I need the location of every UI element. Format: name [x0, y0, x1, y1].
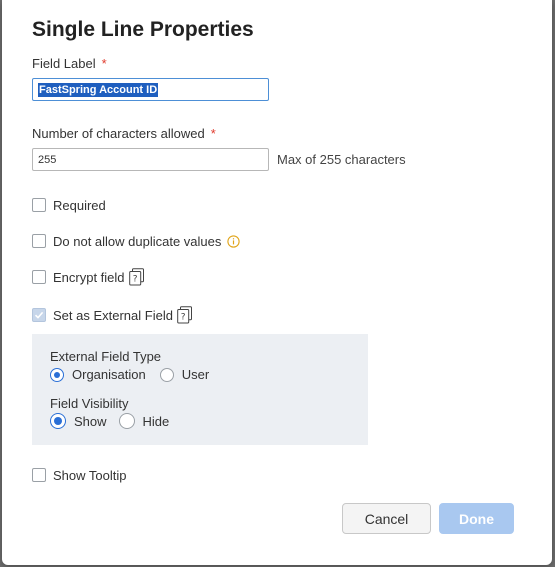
encrypt-label: Encrypt field — [53, 269, 125, 285]
char-limit-hint: Max of 255 characters — [277, 152, 406, 167]
field-label-value: FastSpring Account ID — [38, 83, 159, 97]
radio-label: Hide — [142, 413, 170, 429]
field-label-text: Field Label — [32, 56, 96, 71]
no-duplicates-option[interactable]: Do not allow duplicate values — [32, 232, 241, 250]
char-limit-input[interactable]: 255 — [32, 148, 269, 171]
single-line-properties-dialog: Single Line Properties Field Label * Fast… — [2, 0, 552, 565]
no-duplicates-checkbox[interactable] — [32, 234, 46, 248]
radio-hide[interactable]: Hide — [118, 413, 170, 429]
required-mark: * — [210, 126, 216, 141]
radio-label: Show — [74, 413, 107, 429]
encrypt-checkbox[interactable] — [32, 270, 46, 284]
external-field-panel: External Field Type Organisation User Fi… — [32, 334, 368, 445]
svg-text:?: ? — [132, 275, 137, 285]
char-limit-text: Number of characters allowed — [32, 126, 205, 141]
info-icon[interactable] — [227, 234, 241, 248]
radio-user[interactable]: User — [159, 367, 210, 382]
radio-label: User — [181, 367, 210, 382]
radio-button[interactable] — [50, 367, 64, 382]
radio-organisation[interactable]: Organisation — [50, 367, 146, 382]
external-field-label: Set as External Field — [53, 307, 173, 323]
required-option[interactable]: Required — [32, 196, 106, 214]
char-limit-value: 255 — [38, 154, 57, 166]
required-label: Required — [53, 197, 106, 213]
dialog-title: Single Line Properties — [32, 18, 254, 41]
cancel-button[interactable]: Cancel — [342, 503, 431, 534]
radio-show[interactable]: Show — [50, 413, 107, 429]
radio-button[interactable] — [118, 413, 135, 429]
external-field-type-label: External Field Type — [50, 349, 162, 364]
external-field-checkbox[interactable] — [32, 308, 46, 322]
field-label-caption: Field Label * — [32, 56, 107, 71]
external-field-option[interactable]: Set as External Field ? — [32, 306, 193, 324]
radio-button[interactable] — [159, 367, 174, 382]
radio-button[interactable] — [50, 413, 66, 429]
encrypt-option[interactable]: Encrypt field ? — [32, 268, 145, 286]
document-help-icon[interactable]: ? — [177, 306, 193, 324]
char-limit-caption: Number of characters allowed * — [32, 126, 216, 141]
radio-label: Organisation — [72, 367, 146, 382]
svg-text:?: ? — [181, 313, 186, 323]
field-visibility-group: Show Hide — [50, 413, 181, 429]
required-checkbox[interactable] — [32, 198, 46, 212]
show-tooltip-option[interactable]: Show Tooltip — [32, 466, 126, 484]
field-label-input[interactable]: FastSpring Account ID — [32, 78, 269, 101]
show-tooltip-label: Show Tooltip — [53, 467, 127, 483]
show-tooltip-checkbox[interactable] — [32, 468, 46, 482]
no-duplicates-label: Do not allow duplicate values — [53, 233, 222, 249]
field-visibility-label: Field Visibility — [50, 396, 129, 411]
done-button[interactable]: Done — [439, 503, 514, 534]
required-mark: * — [101, 56, 107, 71]
document-help-icon[interactable]: ? — [128, 268, 145, 286]
external-field-type-group: Organisation User — [50, 367, 221, 382]
